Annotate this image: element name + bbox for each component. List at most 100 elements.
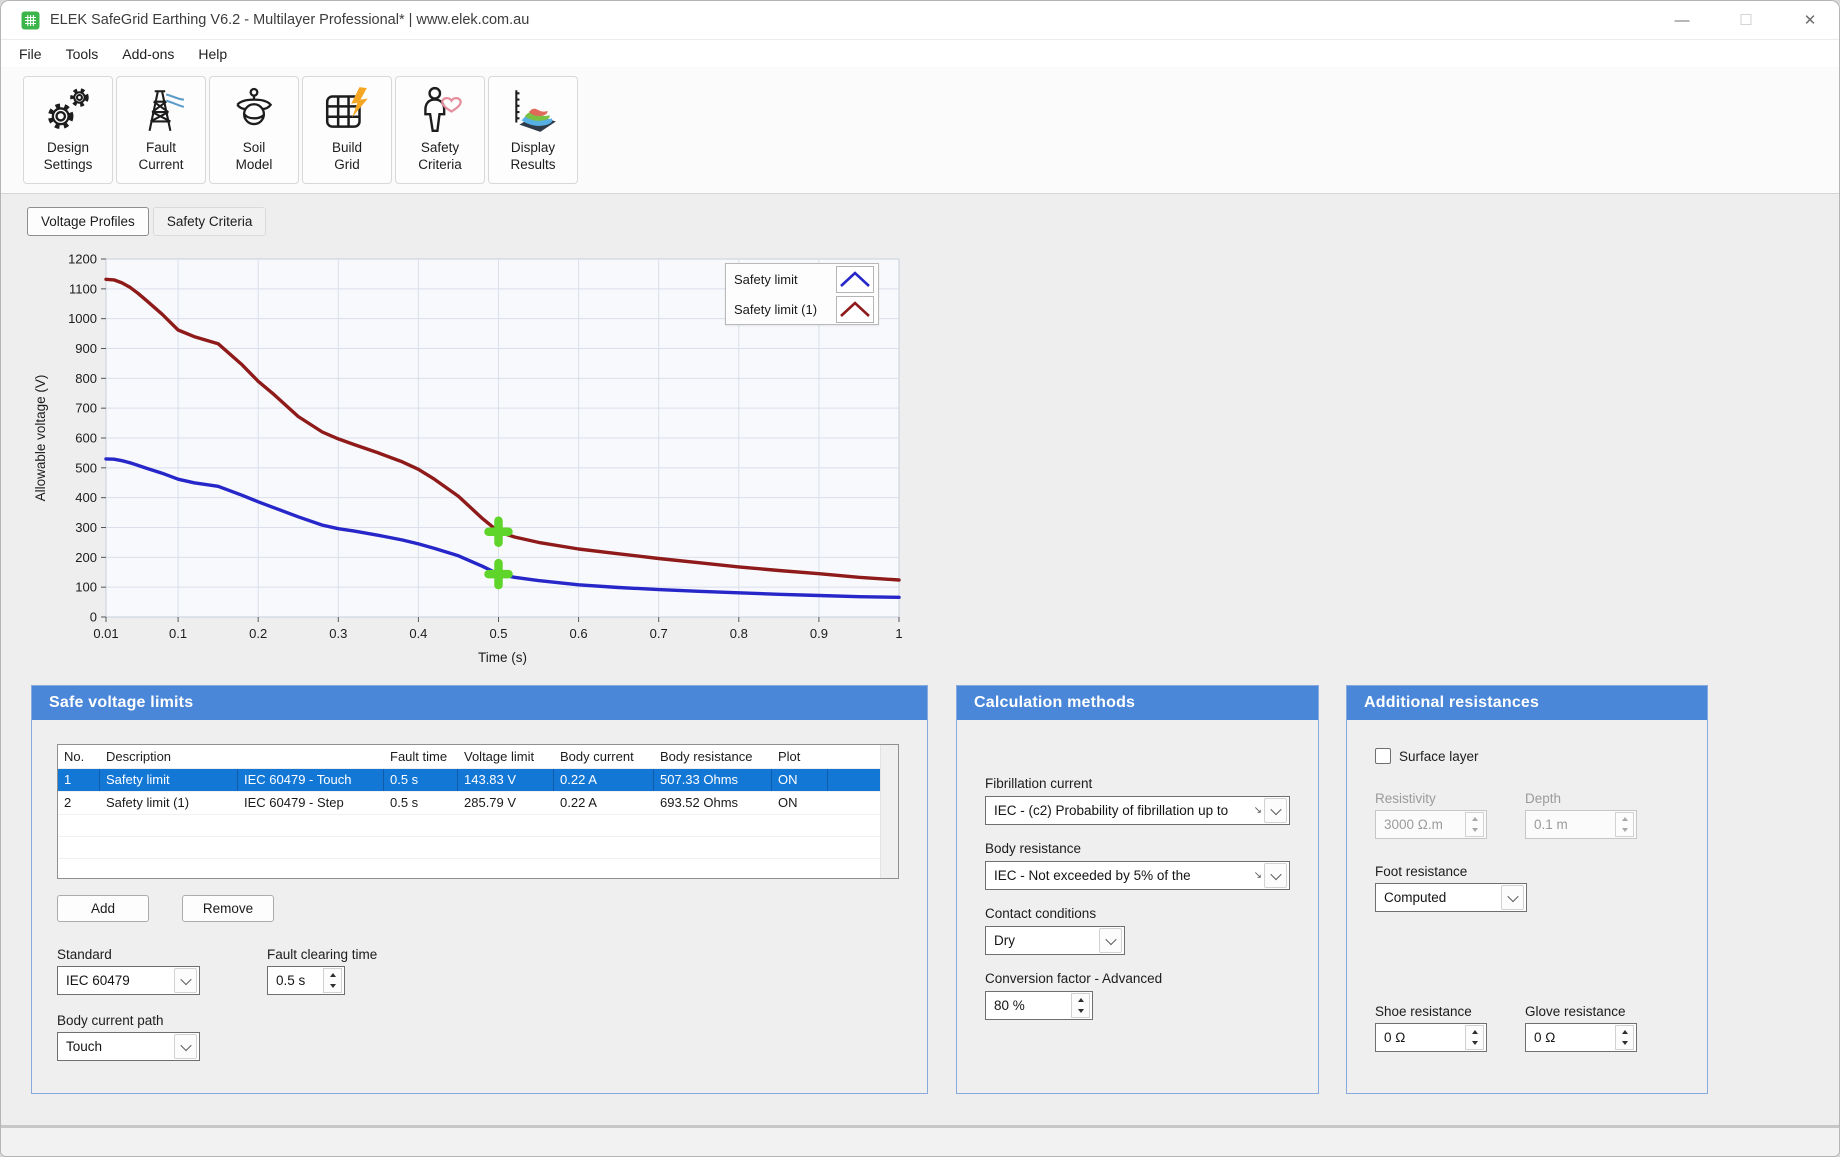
build-grid-button[interactable]: Build Grid [302, 76, 392, 184]
table-row[interactable]: 1 Safety limit IEC 60479 - Touch 0.5 s 1… [58, 769, 880, 792]
spin-up-icon[interactable] [1072, 994, 1089, 1006]
svg-text:0.5: 0.5 [489, 626, 507, 641]
fault-clearing-time-label: Fault clearing time [267, 947, 377, 962]
svg-text:0.4: 0.4 [409, 626, 427, 641]
chevron-down-icon[interactable] [174, 968, 197, 993]
cell-standard: IEC 60479 - Touch [238, 769, 384, 791]
toolbar-label: Display [510, 139, 555, 156]
spin-down-icon[interactable] [1466, 825, 1483, 837]
body-resistance-select[interactable]: IEC - Not exceeded by 5% of the ↘ [985, 861, 1290, 890]
legend-label: Safety limit [734, 272, 836, 287]
glove-resistance-value: 0 Ω [1526, 1030, 1615, 1045]
fibrillation-current-label: Fibrillation current [985, 776, 1092, 791]
conversion-factor-value: 80 % [986, 998, 1071, 1013]
toolbar-label: Settings [44, 156, 93, 173]
menu-file[interactable]: File [19, 43, 52, 65]
resistivity-stepper[interactable]: 3000 Ω.m [1375, 810, 1487, 839]
chevron-down-icon[interactable] [1501, 885, 1524, 910]
spin-down-icon[interactable] [1072, 1006, 1089, 1018]
panel-title: Safe voltage limits [32, 686, 927, 720]
svg-text:0.9: 0.9 [810, 626, 828, 641]
spin-up-icon[interactable] [1466, 1026, 1483, 1038]
soil-auger-icon [229, 85, 279, 135]
standard-select[interactable]: IEC 60479 [57, 966, 200, 995]
toolbar-label: Current [138, 156, 183, 173]
col-header-plot[interactable]: Plot [772, 745, 828, 768]
menu-help[interactable]: Help [198, 43, 237, 65]
toolbar-label: Design [44, 139, 93, 156]
body-current-path-select[interactable]: Touch [57, 1032, 200, 1061]
depth-label: Depth [1525, 791, 1561, 806]
spin-down-icon[interactable] [324, 981, 341, 993]
minimize-button[interactable]: — [1667, 5, 1697, 35]
display-results-button[interactable]: Display Results [488, 76, 578, 184]
app-window: ELEK SafeGrid Earthing V6.2 - Multilayer… [0, 0, 1840, 1157]
standard-label: Standard [57, 947, 112, 962]
spin-up-icon[interactable] [1616, 813, 1633, 825]
fibrillation-current-value: IEC - (c2) Probability of fibrillation u… [986, 803, 1254, 818]
contact-conditions-select[interactable]: Dry [985, 926, 1125, 955]
legend-swatch-blue [836, 266, 874, 293]
spin-up-icon[interactable] [1466, 813, 1483, 825]
col-header-description[interactable]: Description [100, 745, 238, 768]
conversion-factor-stepper[interactable]: 80 % [985, 991, 1093, 1020]
toolbar-label: Grid [332, 156, 362, 173]
legend-item-safety-limit-1[interactable]: Safety limit (1) [726, 294, 878, 324]
glove-resistance-stepper[interactable]: 0 Ω [1525, 1023, 1637, 1052]
shoe-resistance-stepper[interactable]: 0 Ω [1375, 1023, 1487, 1052]
contact-conditions-label: Contact conditions [985, 906, 1096, 921]
svg-text:0.7: 0.7 [650, 626, 668, 641]
svg-text:0.3: 0.3 [329, 626, 347, 641]
table-row[interactable]: 2 Safety limit (1) IEC 60479 - Step 0.5 … [58, 792, 880, 815]
toolbar-label: Soil [236, 139, 273, 156]
design-settings-button[interactable]: Design Settings [23, 76, 113, 184]
menu-addons[interactable]: Add-ons [122, 43, 184, 65]
resistivity-label: Resistivity [1375, 791, 1436, 806]
chevron-down-icon[interactable] [1264, 863, 1287, 888]
svg-text:700: 700 [75, 401, 97, 416]
fault-current-button[interactable]: Fault Current [116, 76, 206, 184]
spin-up-icon[interactable] [324, 969, 341, 981]
fault-clearing-time-stepper[interactable]: 0.5 s [267, 966, 345, 995]
spin-down-icon[interactable] [1616, 825, 1633, 837]
spin-down-icon[interactable] [1466, 1038, 1483, 1050]
legend-item-safety-limit[interactable]: Safety limit [726, 264, 878, 294]
tab-voltage-profiles[interactable]: Voltage Profiles [27, 207, 149, 236]
col-header-body-current[interactable]: Body current [554, 745, 654, 768]
chevron-down-icon[interactable] [1099, 928, 1122, 953]
close-button[interactable]: ✕ [1795, 5, 1825, 35]
tab-safety-criteria[interactable]: Safety Criteria [153, 207, 267, 236]
standard-value: IEC 60479 [58, 973, 174, 988]
cell-no: 1 [58, 769, 100, 791]
maximize-button[interactable]: ☐ [1731, 5, 1761, 35]
surface-layer-checkbox[interactable] [1375, 748, 1391, 764]
add-button[interactable]: Add [57, 895, 149, 922]
safety-criteria-button[interactable]: Safety Criteria [395, 76, 485, 184]
svg-text:1: 1 [895, 626, 902, 641]
spin-up-icon[interactable] [1616, 1026, 1633, 1038]
svg-text:Time (s): Time (s) [478, 650, 527, 665]
svg-text:0.01: 0.01 [93, 626, 118, 641]
fibrillation-current-select[interactable]: IEC - (c2) Probability of fibrillation u… [985, 796, 1290, 825]
foot-resistance-select[interactable]: Computed [1375, 883, 1527, 912]
menu-tools[interactable]: Tools [66, 43, 109, 65]
cell-body-current: 0.22 A [554, 769, 654, 791]
cell-plot: ON [772, 792, 828, 814]
svg-text:1100: 1100 [69, 281, 97, 296]
spin-down-icon[interactable] [1616, 1038, 1633, 1050]
soil-model-button[interactable]: Soil Model [209, 76, 299, 184]
chevron-down-icon[interactable] [174, 1034, 197, 1059]
depth-stepper[interactable]: 0.1 m [1525, 810, 1637, 839]
table-scrollbar[interactable] [880, 745, 898, 878]
safe-voltage-limits-table: No. Description Fault time Voltage limit… [57, 744, 899, 879]
col-header-fault-time[interactable]: Fault time [384, 745, 458, 768]
col-header-body-resistance[interactable]: Body resistance [654, 745, 772, 768]
col-header-no[interactable]: No. [58, 745, 100, 768]
col-header-voltage-limit[interactable]: Voltage limit [458, 745, 554, 768]
remove-button[interactable]: Remove [182, 895, 274, 922]
col-header-standard[interactable] [238, 745, 384, 768]
depth-value: 0.1 m [1526, 817, 1615, 832]
body-resistance-label: Body resistance [985, 841, 1081, 856]
toolbar-label: Criteria [418, 156, 462, 173]
chevron-down-icon[interactable] [1264, 798, 1287, 823]
